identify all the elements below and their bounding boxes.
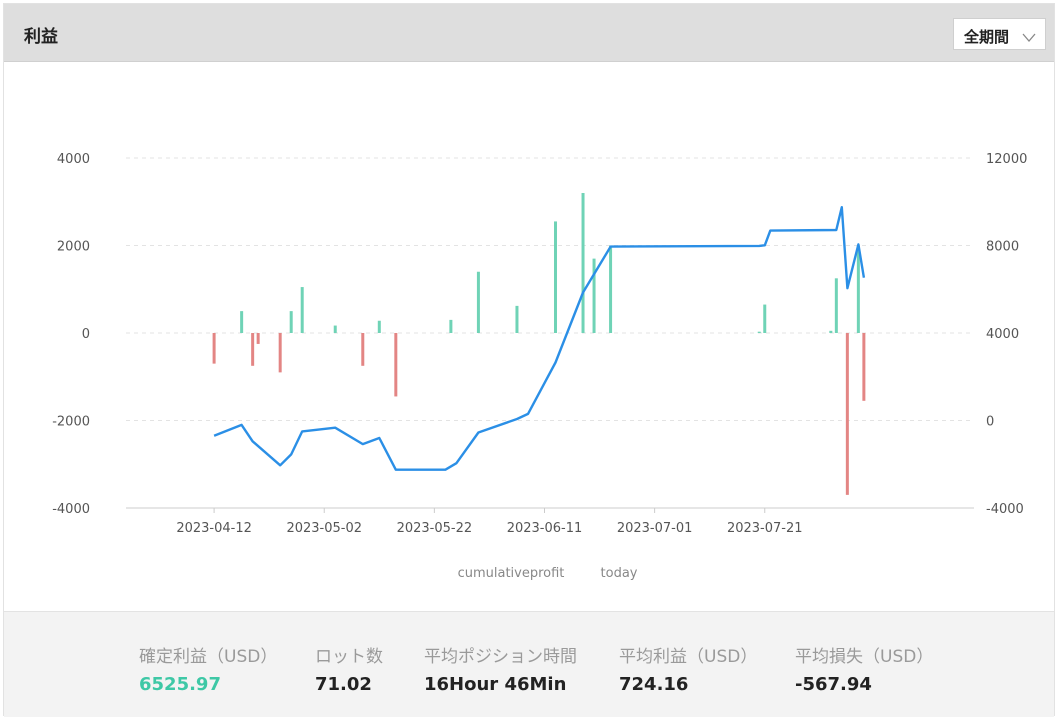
bar-today [763, 304, 767, 333]
y-right-tick-label: 12000 [986, 152, 1027, 167]
bar-today [377, 320, 381, 333]
bar-today [251, 333, 255, 366]
y-left-tick-label: -2000 [52, 415, 90, 430]
stat-label: ロット数 [315, 647, 383, 667]
stat-value: 71.02 [315, 674, 372, 695]
y-left-tick-label: 2000 [57, 240, 90, 255]
x-tick-label: 2023-07-21 [727, 521, 803, 536]
bar-today [609, 245, 613, 333]
profit-chart: 4000 12000 2000 8000 0 4000 -2000 0 -4000 -4000 20… [4, 62, 1054, 610]
bar-today [240, 311, 244, 333]
stat-label: 平均利益（USD） [619, 647, 758, 667]
bar-today [829, 330, 833, 333]
stat-lots: ロット数 71.02 [315, 642, 383, 695]
legend-today: today [601, 566, 638, 581]
stats-bar: 確定利益（USD） 6525.97 ロット数 71.02 平均ポジション時間 1… [4, 611, 1054, 717]
bar-today [256, 333, 260, 344]
y-left-tick-label: 4000 [57, 152, 90, 167]
legend-cumulativeprofit: cumulativeprofit [458, 566, 565, 581]
y-right-tick-label: 0 [986, 415, 994, 430]
stat-value: -567.94 [795, 674, 872, 695]
x-tick-label: 2023-04-12 [176, 521, 252, 536]
chevron-down-icon [1022, 28, 1036, 47]
bar-today [449, 319, 453, 333]
period-select-label: 全期間 [964, 28, 1010, 46]
bar-today [581, 193, 585, 333]
profit-panel: 利益 全期間 4000 12000 2000 8000 0 4000 -2000 0 -4000… [3, 3, 1055, 717]
panel-title: 利益 [24, 27, 58, 47]
bar-today [862, 333, 866, 401]
y-right-tick-label: 8000 [986, 240, 1019, 255]
bar-today [476, 271, 480, 333]
stat-avg-profit: 平均利益（USD） 724.16 [619, 642, 757, 695]
bar-today [554, 221, 558, 333]
x-tick-label: 2023-07-01 [617, 521, 693, 536]
stat-realized-profit: 確定利益（USD） 6525.97 [139, 642, 277, 695]
stat-avg-loss: 平均損失（USD） -567.94 [795, 642, 933, 695]
bar-today [845, 333, 849, 495]
bar-today [278, 333, 282, 373]
bar-today [834, 278, 838, 333]
line-cumulativeprofit [213, 205, 866, 471]
period-select[interactable]: 全期間 [953, 18, 1046, 50]
stat-value: 724.16 [619, 674, 689, 695]
stat-value: 16Hour 46Min [424, 674, 567, 695]
stat-label: 平均ポジション時間 [424, 647, 577, 667]
bar-today [289, 311, 293, 333]
stat-avg-position-time: 平均ポジション時間 16Hour 46Min [424, 642, 577, 695]
bar-today [515, 305, 519, 333]
bar-today [361, 333, 365, 366]
bar-today [300, 287, 304, 333]
y-right-tick-label: 4000 [986, 327, 1019, 342]
bar-today [394, 333, 398, 397]
stat-label: 平均損失（USD） [795, 647, 934, 667]
panel-header: 利益 全期間 [4, 4, 1054, 62]
stat-value: 6525.97 [139, 674, 221, 695]
bar-today [212, 333, 216, 364]
chart-svg: 4000 12000 2000 8000 0 4000 -2000 0 -4000 -4000 20… [52, 152, 1027, 581]
x-tick-label: 2023-06-11 [507, 521, 583, 536]
y-left-tick-label: -4000 [52, 502, 90, 517]
y-right-tick-label: -4000 [986, 502, 1024, 517]
x-tick-label: 2023-05-22 [397, 521, 473, 536]
x-tick-label: 2023-05-02 [286, 521, 362, 536]
bar-today [592, 258, 596, 333]
bar-today [757, 331, 761, 333]
bar-today [856, 245, 860, 333]
stat-label: 確定利益（USD） [139, 647, 278, 667]
y-left-tick-label: 0 [82, 327, 90, 342]
bar-today [333, 325, 337, 333]
